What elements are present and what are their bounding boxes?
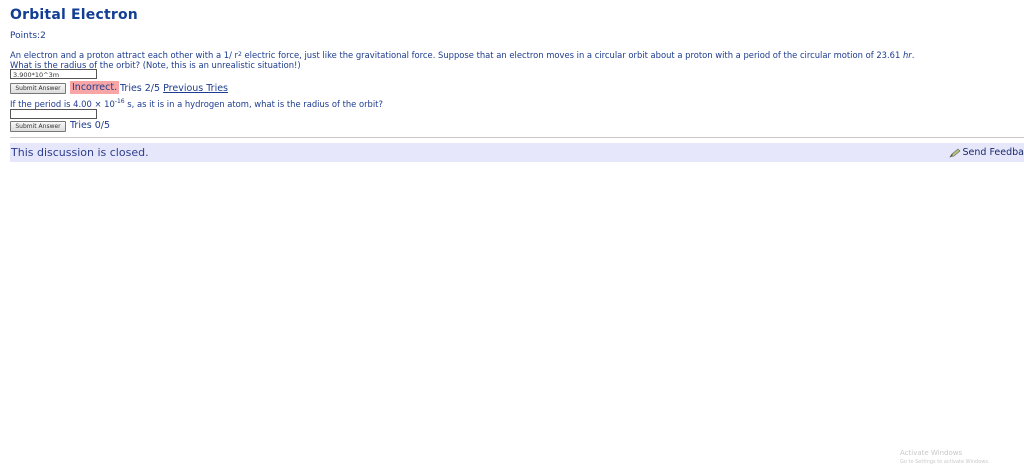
divider [10,137,1024,138]
submit-answer-button-1[interactable]: Submit Answer [10,83,66,94]
send-feedback-link[interactable]: Send Feedba [948,147,1024,158]
answer-field-1[interactable]: 3.900*10^3m [10,69,97,79]
tries-counter-1: Tries 2/5 Previous Tries [120,83,229,94]
problem-statement: An electron and a proton attract each ot… [10,50,915,70]
points-label: Points:2 [10,31,46,41]
problem-title: Orbital Electron [10,7,138,23]
submit-answer-button-2[interactable]: Submit Answer [10,121,66,132]
pen-icon [948,148,960,157]
answer-field-2[interactable] [10,109,97,119]
activate-windows-watermark: Activate Windows Go to Settings to activ… [900,449,990,465]
question-2: If the period is 4.00 × 10-16 s, as it i… [10,98,383,109]
tries-counter-2: Tries 0/5 [70,120,111,131]
discussion-closed-text: This discussion is closed. [11,146,149,159]
previous-tries-link[interactable]: Previous Tries [163,83,228,94]
discussion-bar: This discussion is closed. Send Feedba [10,143,1024,162]
incorrect-feedback: Incorrect. [70,81,120,94]
